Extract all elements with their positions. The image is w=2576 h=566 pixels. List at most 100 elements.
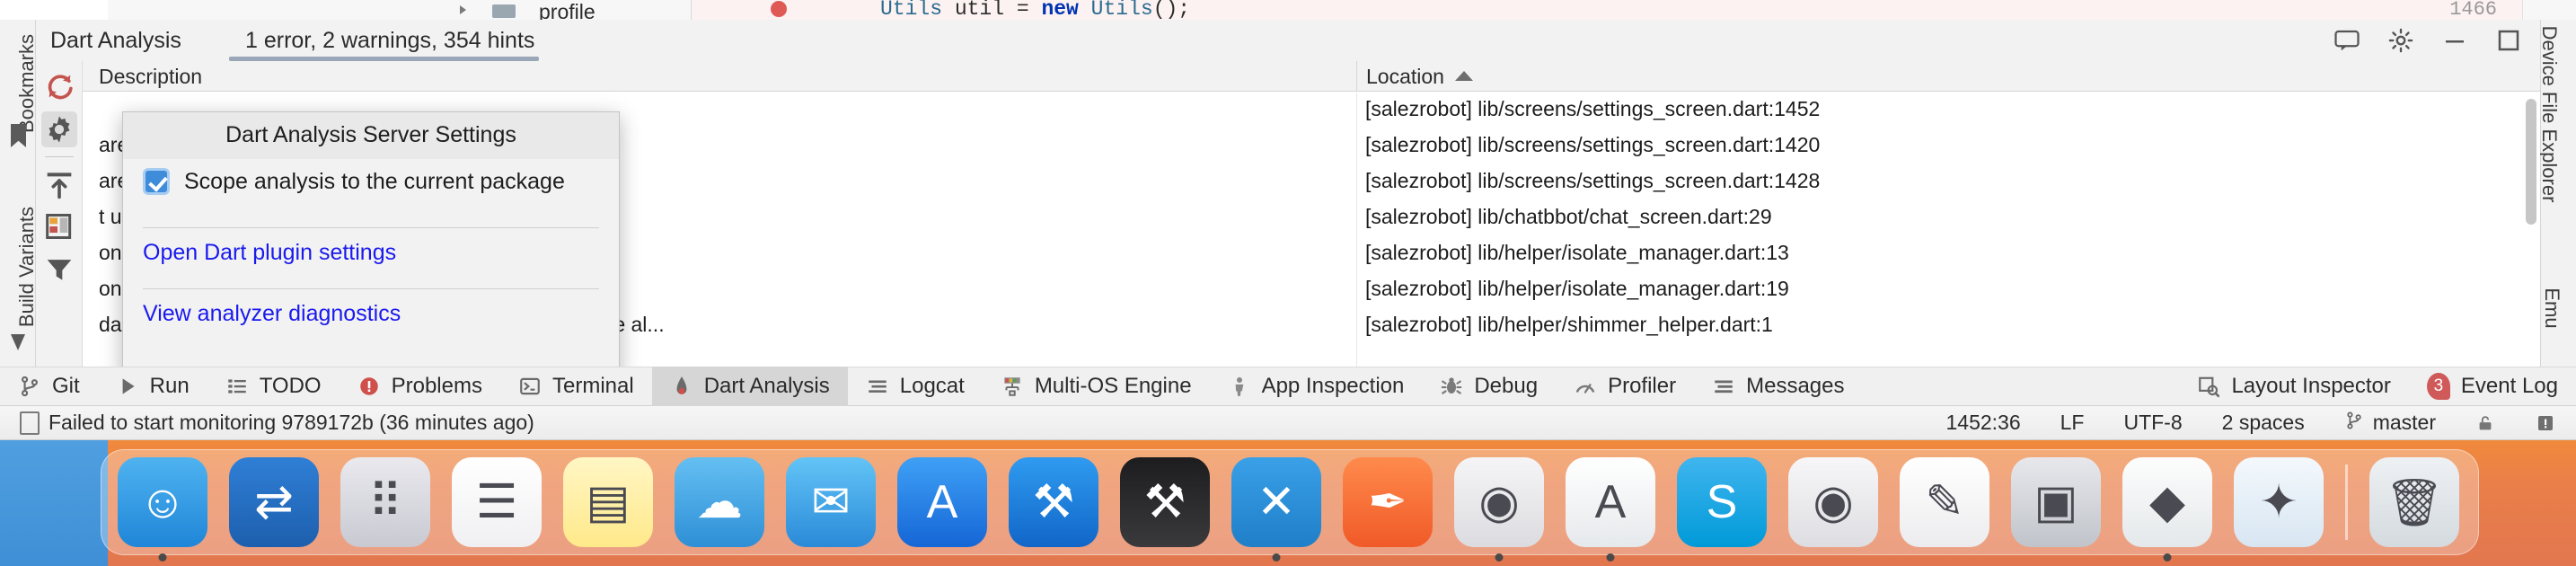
page-title: Dart Analysis xyxy=(50,28,181,53)
bottom-tab-layout-inspector[interactable]: Layout Inspector xyxy=(2179,367,2408,406)
expand-all-icon[interactable] xyxy=(41,167,77,203)
encoding-item[interactable]: UTF-8 xyxy=(2104,411,2201,435)
dock-item-chrome-canary[interactable]: ◉ xyxy=(1788,457,1878,547)
dart-analysis-tool-window: Dart Analysis 1 error, 2 warnings, 354 h… xyxy=(36,20,2540,377)
migration-assistant-icon: ⇄ xyxy=(254,476,294,528)
dock-separator xyxy=(2345,464,2348,540)
dock-item-mail[interactable]: ✉ xyxy=(786,457,876,547)
bottom-tab-messages[interactable]: Messages xyxy=(1694,367,1862,406)
bottom-tab-event-log[interactable]: 3 Event Log xyxy=(2409,367,2576,406)
sidebar-item-device-file-explorer[interactable]: Device File Explorer xyxy=(2537,15,2561,213)
bottom-tab-debug[interactable]: Debug xyxy=(1422,367,1556,406)
caret-position-item[interactable]: 1452:36 xyxy=(1926,411,2040,435)
branch-item[interactable]: master xyxy=(2325,409,2456,437)
column-header-location[interactable]: Location xyxy=(1356,61,2540,92)
dock-item-migration-assistant[interactable]: ⇄ xyxy=(229,457,319,547)
scope-analysis-checkbox[interactable] xyxy=(143,168,170,195)
filter-icon[interactable] xyxy=(41,252,77,287)
tool-window-header-actions xyxy=(2333,20,2533,61)
bottom-tab-problems[interactable]: Problems xyxy=(340,367,500,406)
dock-item-sublime-text[interactable]: ◆ xyxy=(2122,457,2212,562)
column-header-description[interactable]: Description xyxy=(99,61,202,92)
event-log-badge: 3 xyxy=(2426,373,2450,400)
comment-icon[interactable] xyxy=(2333,27,2360,54)
dock-running-indicator xyxy=(1272,553,1281,562)
tree-expand-arrow-icon[interactable] xyxy=(460,5,466,14)
dock-item-android-studio[interactable]: A xyxy=(1566,457,1655,562)
branch-name: master xyxy=(2372,411,2436,434)
bottom-tab-logcat[interactable]: Logcat xyxy=(848,367,983,406)
notifications-icon[interactable] xyxy=(2515,411,2576,435)
status-bar: Failed to start monitoring 9789172b (36 … xyxy=(0,406,2576,440)
settings-gear-icon[interactable] xyxy=(41,111,77,147)
popup-divider-1 xyxy=(143,227,599,228)
minimize-icon[interactable] xyxy=(2441,27,2468,54)
bottom-tab-app-inspection[interactable]: App Inspection xyxy=(1210,367,1423,406)
vertical-scrollbar[interactable] xyxy=(2526,99,2536,225)
view-analyzer-diagnostics-link[interactable]: View analyzer diagnostics xyxy=(143,301,401,327)
android-studio-icon: A xyxy=(1594,476,1627,528)
play-icon xyxy=(116,375,139,398)
left-tool-strip: Bookmarks Build Variants xyxy=(0,20,38,367)
dock-item-text-editor[interactable]: ✎ xyxy=(1900,457,1989,547)
status-message-item[interactable]: Failed to start monitoring 9789172b (36 … xyxy=(0,411,554,435)
messages-icon xyxy=(1712,375,1735,398)
line-separator-item[interactable]: LF xyxy=(2041,411,2104,435)
gear-icon[interactable] xyxy=(2387,27,2414,54)
dock-item-reminders[interactable]: ☰ xyxy=(452,457,542,547)
bottom-tab-label: Multi-OS Engine xyxy=(1034,374,1192,398)
bottom-tab-run[interactable]: Run xyxy=(98,367,207,406)
dock-item-weather[interactable]: ☁ xyxy=(675,457,764,547)
indent-item[interactable]: 2 spaces xyxy=(2202,411,2325,435)
breakpoint-icon[interactable] xyxy=(771,1,787,17)
sublime-text-icon: ◆ xyxy=(2149,476,2185,528)
multios-icon xyxy=(1001,375,1024,398)
macos-dock: ☺ ⇄ ⠿ ☰ ▤ ☁ ✉ A ⚒ ⚒ ✕ ✒ ◉ A S ◉ ✎ ▣ ◆ ✦ 🗑 xyxy=(101,449,2479,562)
vs-code-icon: ✕ xyxy=(1257,476,1296,528)
dock-item-trash[interactable]: 🗑 xyxy=(2369,457,2459,547)
dock-item-vs-code[interactable]: ✕ xyxy=(1231,457,1321,562)
dock-item-launchpad[interactable]: ⠿ xyxy=(340,457,430,547)
dock-item-safari[interactable]: ✦ xyxy=(2234,457,2324,547)
bottom-tab-todo[interactable]: TODO xyxy=(207,367,340,406)
bottom-tab-dart-analysis[interactable]: Dart Analysis xyxy=(651,367,848,406)
trash-icon: 🗑 xyxy=(2384,476,2444,529)
tool-window-action-gutter xyxy=(36,61,83,367)
desktop-wallpaper-left xyxy=(0,440,108,566)
close-icon[interactable] xyxy=(2495,27,2522,54)
lock-icon[interactable] xyxy=(2456,411,2515,435)
dock-item-skype[interactable]: S xyxy=(1677,457,1767,547)
branch-icon xyxy=(2344,409,2364,437)
bottom-tab-label: App Inspection xyxy=(1261,374,1405,398)
dock-item-xcode[interactable]: ⚒ xyxy=(1009,457,1098,547)
dock-running-indicator xyxy=(1495,553,1504,562)
dock-item-finder[interactable]: ☺ xyxy=(118,457,207,562)
dock-item-notes[interactable]: ▤ xyxy=(563,457,653,547)
caret-position: 1452:36 xyxy=(1945,411,2021,434)
launchpad-icon: ⠿ xyxy=(367,476,403,528)
sidebar-item-emulator[interactable]: Emu xyxy=(2540,259,2563,358)
bottom-tab-profiler[interactable]: Profiler xyxy=(1556,367,1694,406)
dock-item-postman[interactable]: ✒ xyxy=(1343,457,1433,547)
tab-analysis-summary[interactable]: 1 error, 2 warnings, 354 hints xyxy=(229,20,551,61)
editor-remnant: profile Utils util = new Utils(); 1466 xyxy=(0,0,2576,20)
column-header-location-label: Location xyxy=(1366,65,1444,88)
refresh-icon[interactable] xyxy=(41,68,77,104)
popup-divider-2 xyxy=(143,288,599,289)
dock-item-google-chrome[interactable]: ◉ xyxy=(1454,457,1544,562)
project-tree-node[interactable]: profile xyxy=(539,0,595,20)
bottom-tab-git[interactable]: Git xyxy=(0,367,98,406)
bottom-tab-terminal[interactable]: Terminal xyxy=(500,367,652,406)
scope-analysis-checkbox-row[interactable]: Scope analysis to the current package xyxy=(143,168,565,195)
dock-item-app-store[interactable]: A xyxy=(897,457,987,547)
notes-icon: ▤ xyxy=(586,476,631,528)
bottom-tab-multi-os-engine[interactable]: Multi-OS Engine xyxy=(983,367,1210,406)
group-by-icon[interactable] xyxy=(41,208,77,244)
folder-icon xyxy=(492,4,516,18)
layout-inspector-icon xyxy=(2197,375,2220,398)
dock-item-screenshot-tool[interactable]: ▣ xyxy=(2011,457,2101,547)
screenshot-tool-icon: ▣ xyxy=(2033,476,2078,528)
dock-item-xcode-beta[interactable]: ⚒ xyxy=(1120,457,1210,547)
bottom-tab-label: Logcat xyxy=(899,374,965,398)
open-dart-plugin-settings-link[interactable]: Open Dart plugin settings xyxy=(143,240,396,266)
